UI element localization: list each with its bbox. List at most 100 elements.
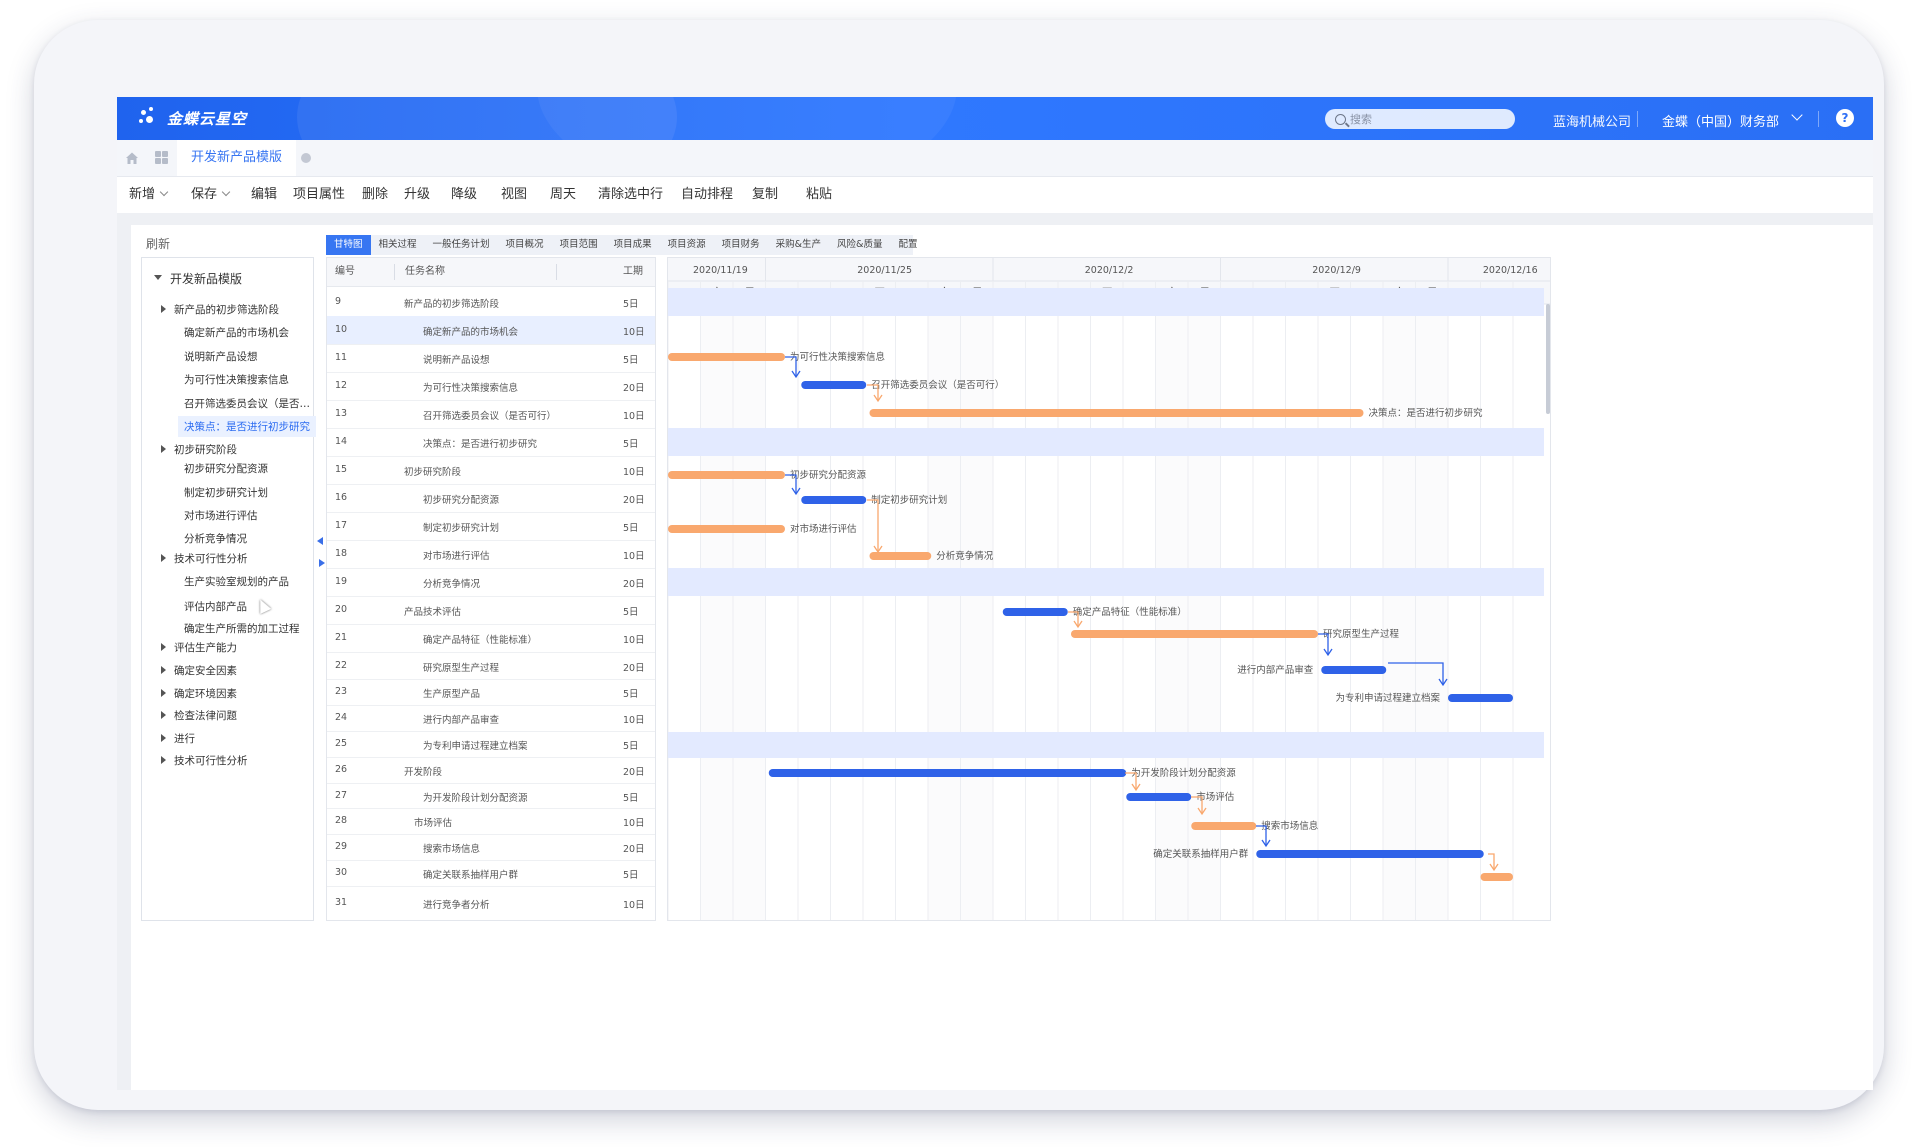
table-row[interactable]: 15 初步研究阶段 10日 (327, 456, 655, 485)
subtab[interactable]: 项目财务 (714, 235, 768, 255)
new-button[interactable]: 新增 (129, 177, 169, 213)
upgrade-button[interactable]: 升级 (404, 177, 430, 213)
caret-right-icon[interactable] (161, 305, 166, 313)
help-icon[interactable]: ? (1836, 109, 1854, 127)
app-logo[interactable]: 金蝶云星空 (139, 107, 247, 129)
expand-right-icon[interactable] (319, 559, 325, 567)
subtab[interactable]: 一般任务计划 (425, 235, 498, 255)
tree-item[interactable]: 召开筛选委员会议（是否… (184, 396, 310, 411)
table-row[interactable]: 18 对市场进行评估 10日 (327, 540, 655, 569)
table-row[interactable]: 20 产品技术评估 5日 (327, 596, 655, 625)
table-row[interactable]: 13 召开筛选委员会议（是否可行） 10日 (327, 400, 655, 429)
subtab[interactable]: 项目成果 (606, 235, 660, 255)
caret-right-icon[interactable] (161, 734, 166, 742)
tab-dev-new-product-template[interactable]: 开发新产品模版 (177, 140, 297, 176)
weekday-button[interactable]: 周天 (550, 177, 576, 213)
cell-task-name: 进行竞争者分析 (423, 900, 490, 911)
refresh-button[interactable]: 刷新 (146, 235, 170, 252)
subtab[interactable]: 相关过程 (371, 235, 425, 255)
table-row[interactable]: 16 初步研究分配资源 20日 (327, 484, 655, 513)
tree-item[interactable]: 进行 (174, 731, 195, 746)
table-row[interactable]: 27 为开发阶段计划分配资源 5日 (327, 783, 655, 809)
delete-button[interactable]: 删除 (362, 177, 388, 213)
tree-item[interactable]: 技术可行性分析 (174, 551, 248, 566)
table-row[interactable]: 14 决策点：是否进行初步研究 5日 (327, 428, 655, 457)
caret-right-icon[interactable] (161, 554, 166, 562)
table-row[interactable]: 22 研究原型生产过程 20日 (327, 652, 655, 680)
table-row[interactable]: 26 开发阶段 20日 (327, 757, 655, 784)
table-row[interactable]: 30 确定关联系抽样用户群 5日 (327, 860, 655, 887)
column-divider[interactable] (394, 264, 395, 280)
subtab[interactable]: 甘特图 (326, 235, 371, 255)
table-row[interactable]: 23 生产原型产品 5日 (327, 679, 655, 706)
auto-schedule-button[interactable]: 自动排程 (681, 177, 733, 213)
tree-item[interactable]: 初步研究分配资源 (184, 461, 268, 476)
tree-item[interactable]: 确定生产所需的加工过程 (184, 621, 300, 636)
tree-item[interactable]: 决策点：是否进行初步研究 (178, 416, 316, 437)
subtab[interactable]: 风险&质量 (829, 235, 890, 255)
tree-item[interactable]: 生产实验室规划的产品 (184, 574, 289, 589)
global-search[interactable]: 搜索 (1325, 109, 1515, 129)
table-row[interactable]: 31 进行竞争者分析 10日 (327, 886, 655, 920)
tree-item[interactable]: 确定新产品的市场机会 (184, 325, 289, 340)
subtab[interactable]: 项目概况 (498, 235, 552, 255)
table-row[interactable]: 28 市场评估 10日 (327, 808, 655, 835)
project-properties-button[interactable]: 项目属性 (293, 177, 345, 213)
table-row[interactable]: 19 分析竞争情况 20日 (327, 568, 655, 597)
table-row[interactable]: 11 说明新产品设想 5日 (327, 344, 655, 373)
table-row[interactable]: 17 制定初步研究计划 5日 (327, 512, 655, 541)
collapse-left-icon[interactable] (317, 537, 323, 545)
tree-item[interactable]: 检查法律问题 (174, 708, 237, 723)
tree-item[interactable]: 确定环境因素 (174, 686, 237, 701)
table-row[interactable]: 29 搜索市场信息 20日 (327, 834, 655, 861)
table-row[interactable]: 24 进行内部产品审查 10日 (327, 705, 655, 732)
caret-right-icon[interactable] (161, 666, 166, 674)
caret-right-icon[interactable] (161, 689, 166, 697)
close-tab-icon[interactable] (301, 153, 311, 163)
table-row[interactable]: 21 确定产品特征（性能标准） 10日 (327, 624, 655, 653)
caret-right-icon[interactable] (161, 643, 166, 651)
table-row[interactable]: 9 新产品的初步筛选阶段 5日 (327, 288, 655, 317)
subtab[interactable]: 项目范围 (552, 235, 606, 255)
home-icon[interactable] (125, 151, 139, 165)
tree-item[interactable]: 说明新产品设想 (184, 349, 258, 364)
column-divider[interactable] (556, 264, 557, 280)
tree-item[interactable]: 分析竞争情况 (184, 531, 247, 546)
downgrade-button[interactable]: 降级 (451, 177, 477, 213)
table-row[interactable]: 10 确定新产品的市场机会 10日 (327, 316, 655, 345)
apps-grid-icon[interactable] (155, 151, 168, 164)
org-switcher[interactable]: 金蝶（中国）财务部 (1662, 111, 1779, 130)
tree-item[interactable]: 为可行性决策搜索信息 (184, 372, 289, 387)
view-button[interactable]: 视图 (501, 177, 527, 213)
column-header-duration[interactable]: 工期 (623, 258, 643, 286)
subtab[interactable]: 配置 (890, 235, 925, 255)
column-header-name[interactable]: 任务名称 (405, 258, 445, 286)
table-row[interactable]: 12 为可行性决策搜索信息 20日 (327, 372, 655, 401)
tree-root[interactable]: 开发新品模版 (170, 270, 242, 287)
subtab[interactable]: 采购&生产 (768, 235, 829, 255)
caret-down-icon[interactable] (154, 275, 162, 280)
tree-item[interactable]: 初步研究阶段 (174, 442, 237, 457)
caret-right-icon[interactable] (161, 445, 166, 453)
tree-item[interactable]: 对市场进行评估 (184, 508, 258, 523)
tree-item[interactable]: 评估内部产品 (184, 599, 247, 614)
copy-button[interactable]: 复制 (752, 177, 778, 213)
subtab[interactable]: 项目资源 (660, 235, 714, 255)
tree-item[interactable]: 技术可行性分析 (174, 753, 248, 768)
vertical-scrollbar[interactable] (1546, 304, 1550, 414)
tree-item[interactable]: 确定安全因素 (174, 663, 237, 678)
tree-item[interactable]: 评估生产能力 (174, 640, 237, 655)
save-button[interactable]: 保存 (191, 177, 231, 213)
caret-right-icon[interactable] (161, 711, 166, 719)
table-row[interactable]: 25 为专利申请过程建立档案 5日 (327, 731, 655, 758)
company-switcher[interactable]: 蓝海机械公司 (1553, 111, 1631, 130)
column-header-id[interactable]: 编号 (335, 258, 355, 286)
gantt-canvas[interactable]: 2020/11/19 2020/11/25 2020/12/2 2020/12/9 20… (668, 258, 1550, 920)
edit-button[interactable]: 编辑 (251, 177, 277, 213)
caret-right-icon[interactable] (161, 756, 166, 764)
tree-item[interactable]: 制定初步研究计划 (184, 485, 268, 500)
tree-item[interactable]: 新产品的初步筛选阶段 (174, 302, 279, 317)
chevron-down-icon[interactable] (1791, 109, 1803, 121)
paste-button[interactable]: 粘贴 (806, 177, 832, 213)
clear-selected-button[interactable]: 清除选中行 (598, 177, 663, 213)
